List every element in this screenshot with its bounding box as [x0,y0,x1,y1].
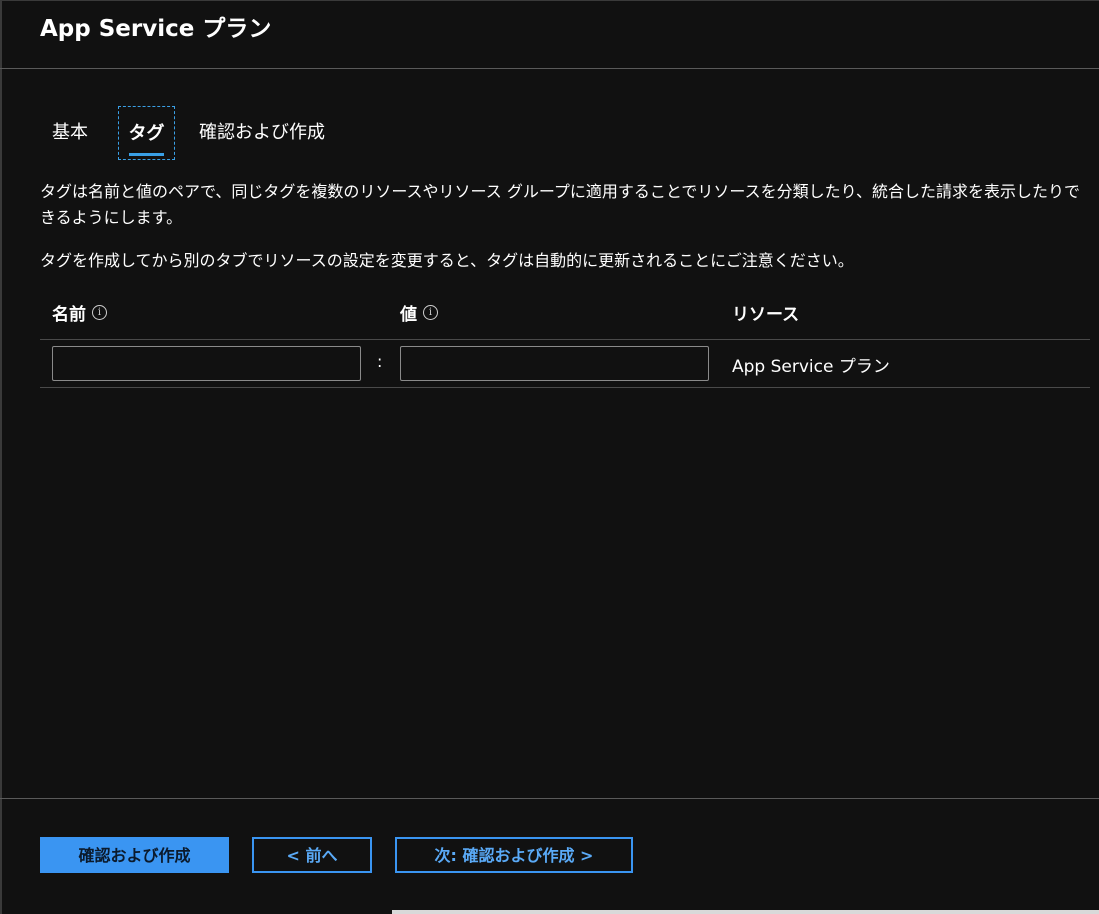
tab-review-create[interactable]: 確認および作成 [199,106,325,160]
column-header-resource: リソース [732,305,800,325]
resource-cell: App Service プラン [732,357,890,377]
next-review-create-button[interactable]: 次: 確認および作成 > [395,837,633,873]
column-header-name: 名前 i [52,300,107,325]
page-title: App Service プラン [40,16,272,42]
review-create-button[interactable]: 確認および作成 [40,837,229,873]
previous-button[interactable]: < 前へ [252,837,372,873]
tab-basics[interactable]: 基本 [52,106,88,160]
column-header-value: 値 i [400,300,438,325]
column-header-value-label: 値 [400,305,417,325]
tab-tags-label: タグ [128,123,165,144]
info-icon[interactable]: i [92,305,107,320]
selected-tab-indicator [129,153,164,156]
blade-header: App Service プラン [0,0,1099,69]
table-divider [40,339,1090,340]
name-value-separator: : [377,352,383,371]
horizontal-scrollbar[interactable] [392,910,1099,914]
footer-divider [0,798,1099,799]
tab-tags[interactable]: タグ [118,106,175,160]
description-text: タグは名前と値のペアで、同じタグを複数のリソースやリソース グループに適用するこ… [40,182,1080,227]
tag-value-input[interactable] [400,346,709,381]
table-divider [40,387,1090,388]
column-header-name-label: 名前 [52,305,86,325]
info-icon[interactable]: i [423,305,438,320]
tag-name-input[interactable] [52,346,361,381]
description-note: タグを作成してから別のタブでリソースの設定を変更すると、タグは自動的に更新される… [40,251,854,270]
